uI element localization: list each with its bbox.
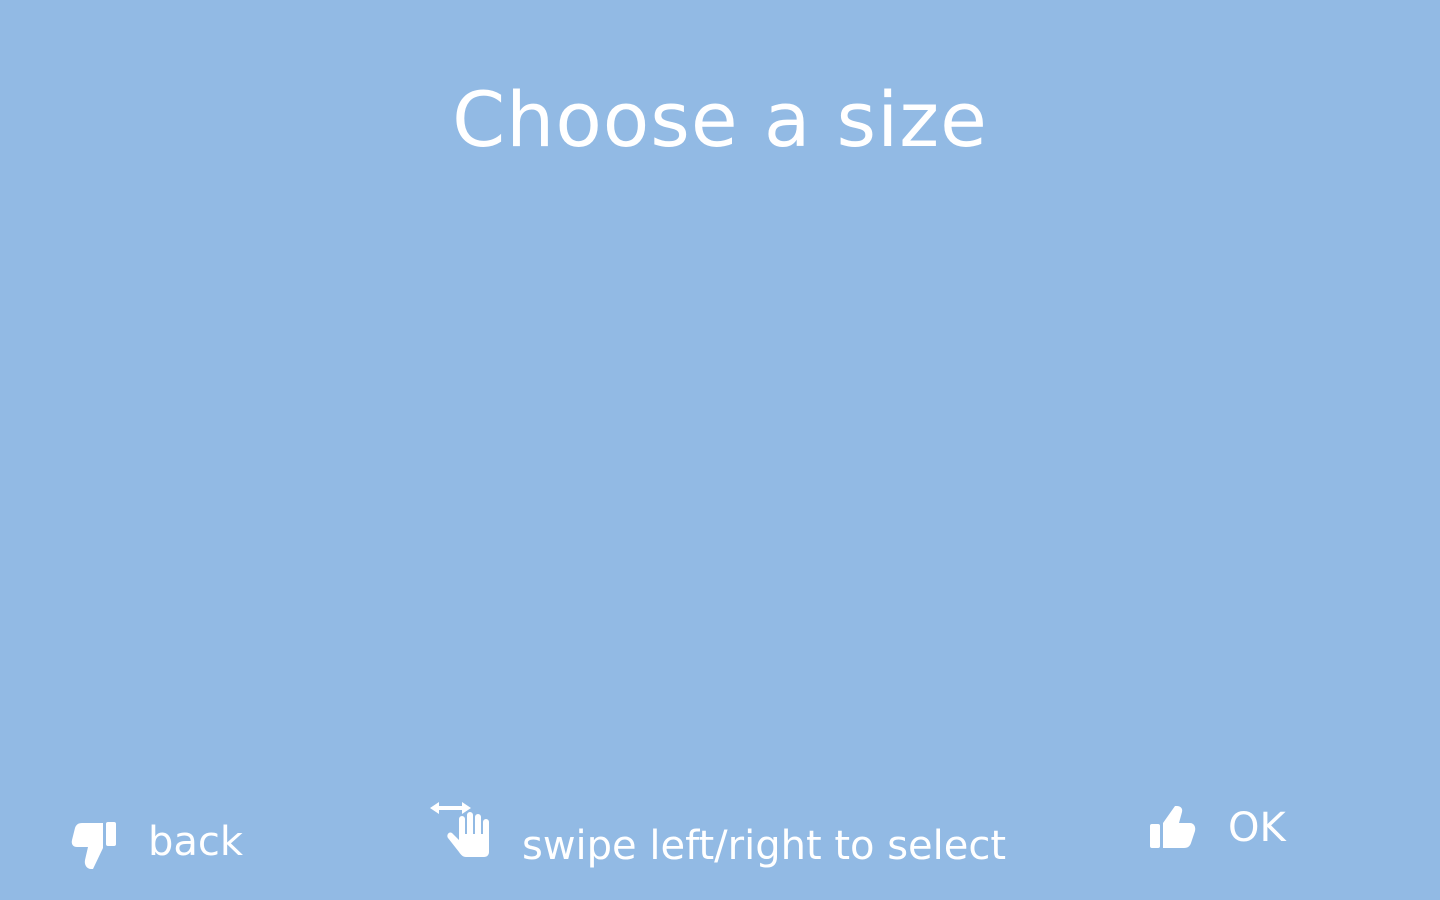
swipe-hint-label: swipe left/right to select — [522, 823, 1007, 869]
swipe-hint: swipe left/right to select — [428, 786, 1006, 866]
ok-button[interactable]: OK — [1148, 806, 1286, 850]
ok-label: OK — [1228, 805, 1286, 851]
thumbs-down-icon — [70, 820, 118, 872]
back-button[interactable]: back — [70, 812, 243, 872]
swipe-hand-icon — [428, 794, 496, 858]
page-title: Choose a size — [452, 75, 988, 164]
thumbs-up-icon — [1148, 806, 1198, 850]
footer-controls: back swipe left/right to select OK — [0, 780, 1440, 880]
back-label: back — [148, 819, 244, 865]
